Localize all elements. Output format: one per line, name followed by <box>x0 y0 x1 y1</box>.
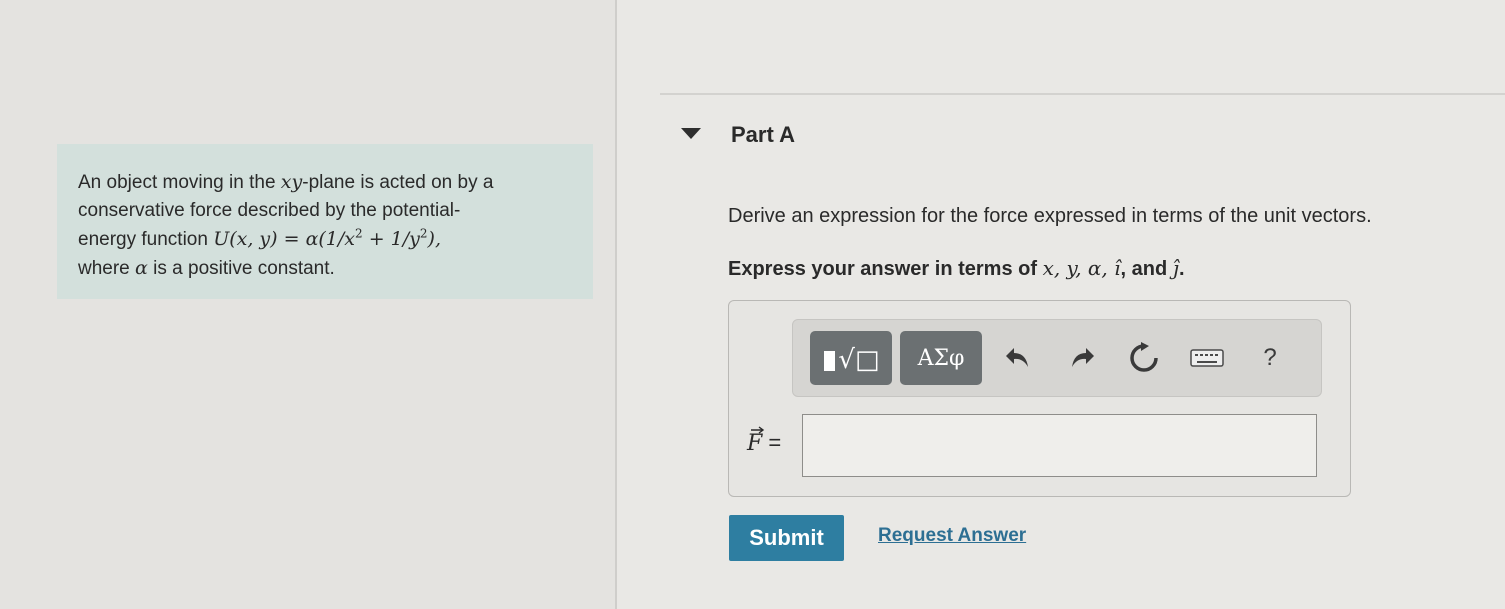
keyboard-button[interactable] <box>1185 336 1229 380</box>
answer-instruction: Express your answer in terms of x, y, α,… <box>728 256 1185 280</box>
part-title[interactable]: Part A <box>731 122 795 148</box>
redo-button[interactable] <box>1060 336 1104 380</box>
force-vector-label: F = <box>747 426 781 456</box>
redo-icon <box>1072 348 1094 367</box>
problem-line-1: An object moving in the xy-plane is acte… <box>78 171 494 193</box>
problem-statement: An object moving in the xy-plane is acte… <box>57 144 593 299</box>
problem-line-2: conservative force described by the pote… <box>78 200 461 221</box>
undo-icon <box>1006 348 1028 367</box>
question-text: Derive an expression for the force expre… <box>728 205 1372 227</box>
submit-button[interactable]: Submit <box>729 515 844 561</box>
reset-icon <box>1130 342 1158 372</box>
request-answer-link[interactable]: Request Answer <box>878 525 1026 547</box>
problem-line-3: energy function U(x, y) = α(1/x2 + 1/y2)… <box>78 226 441 250</box>
greek-symbols-button[interactable]: ΑΣφ <box>900 331 982 385</box>
help-button[interactable]: ? <box>1248 336 1292 380</box>
keyboard-icon <box>1190 349 1224 367</box>
undo-button[interactable] <box>996 336 1040 380</box>
vector-arrow-icon <box>751 426 765 434</box>
templates-icon: √□ <box>824 345 880 375</box>
part-divider <box>660 93 1505 95</box>
problem-line-4: where α is a positive constant. <box>78 257 335 279</box>
caret-down-icon[interactable] <box>681 128 701 139</box>
answer-input[interactable] <box>802 414 1317 477</box>
left-pane <box>0 0 615 609</box>
templates-button[interactable]: √□ <box>810 331 892 385</box>
reset-button[interactable] <box>1122 336 1166 380</box>
potential-energy-formula: U(x, y) = α(1/x2 + 1/y2), <box>213 226 441 250</box>
svg-text:√□: √□ <box>838 345 879 375</box>
